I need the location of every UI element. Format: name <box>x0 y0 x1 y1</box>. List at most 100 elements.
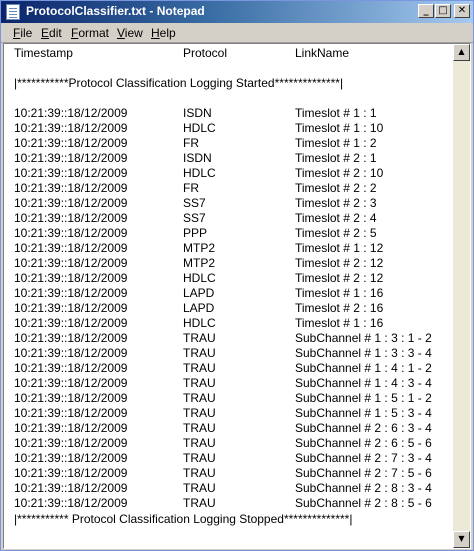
log-protocol: TRAU <box>183 451 216 465</box>
log-timestamp: 10:21:39::18/12/2009 <box>14 241 128 255</box>
log-timestamp: 10:21:39::18/12/2009 <box>14 151 128 165</box>
log-timestamp: 10:21:39::18/12/2009 <box>14 421 128 435</box>
log-protocol: ISDN <box>183 106 212 120</box>
log-linkname: Timeslot # 1 : 1 <box>295 106 377 120</box>
log-linkname: SubChannel # 2 : 6 : 5 - 6 <box>295 436 432 450</box>
minimize-button[interactable]: _ <box>418 4 434 18</box>
log-protocol: TRAU <box>183 481 216 495</box>
log-protocol: TRAU <box>183 331 216 345</box>
text-editor[interactable]: Timestamp Protocol LinkName |***********… <box>3 43 471 549</box>
log-protocol: PPP <box>183 226 208 240</box>
menu-view-accel: V <box>117 26 125 40</box>
log-timestamp: 10:21:39::18/12/2009 <box>14 166 128 180</box>
scroll-down-button[interactable]: ▼ <box>453 531 470 548</box>
log-linkname: Timeslot # 1 : 12 <box>295 241 384 255</box>
log-protocol: TRAU <box>183 406 216 420</box>
log-timestamp: 10:21:39::18/12/2009 <box>14 121 128 135</box>
log-protocol: LAPD <box>183 301 215 315</box>
close-button[interactable]: ✕ <box>454 4 470 18</box>
log-timestamp: 10:21:39::18/12/2009 <box>14 451 128 465</box>
log-start-banner: |***********Protocol Classification Logg… <box>14 76 344 90</box>
log-linkname: Timeslot # 2 : 2 <box>295 181 377 195</box>
log-timestamp: 10:21:39::18/12/2009 <box>14 391 128 405</box>
menu-file[interactable]: File <box>13 26 32 40</box>
log-linkname: Timeslot # 1 : 10 <box>295 121 384 135</box>
log-linkname: SubChannel # 1 : 4 : 3 - 4 <box>295 376 432 390</box>
menu-help-label: elp <box>159 26 176 40</box>
title-bar[interactable]: ProtocolClassifier.txt - Notepad _ □ ✕ <box>1 1 473 23</box>
log-protocol: SS7 <box>183 196 206 210</box>
header-protocol: Protocol <box>183 46 228 60</box>
log-linkname: SubChannel # 1 : 5 : 1 - 2 <box>295 391 432 405</box>
log-timestamp: 10:21:39::18/12/2009 <box>14 466 128 480</box>
log-timestamp: 10:21:39::18/12/2009 <box>14 406 128 420</box>
log-linkname: Timeslot # 1 : 2 <box>295 136 377 150</box>
log-protocol: FR <box>183 136 199 150</box>
scroll-up-button[interactable]: ▲ <box>453 44 470 61</box>
vertical-scrollbar[interactable]: ▲ ▼ <box>453 44 470 548</box>
document-text[interactable]: Timestamp Protocol LinkName |***********… <box>4 44 450 548</box>
menu-help-accel: H <box>151 26 160 40</box>
log-protocol: TRAU <box>183 346 216 360</box>
log-timestamp: 10:21:39::18/12/2009 <box>14 346 128 360</box>
log-timestamp: 10:21:39::18/12/2009 <box>14 436 128 450</box>
menu-edit-label: dit <box>49 26 62 40</box>
log-linkname: SubChannel # 2 : 6 : 3 - 4 <box>295 421 432 435</box>
log-protocol: MTP2 <box>183 241 216 255</box>
log-linkname: Timeslot # 2 : 16 <box>295 301 384 315</box>
menu-format[interactable]: Format <box>71 26 109 40</box>
log-timestamp: 10:21:39::18/12/2009 <box>14 106 128 120</box>
log-timestamp: 10:21:39::18/12/2009 <box>14 331 128 345</box>
log-linkname: SubChannel # 2 : 8 : 3 - 4 <box>295 481 432 495</box>
log-protocol: HDLC <box>183 316 216 330</box>
log-linkname: SubChannel # 2 : 7 : 3 - 4 <box>295 451 432 465</box>
log-stop-banner: |*********** Protocol Classification Log… <box>14 512 353 526</box>
log-linkname: SubChannel # 1 : 3 : 3 - 4 <box>295 346 432 360</box>
log-protocol: TRAU <box>183 466 216 480</box>
log-linkname: SubChannel # 1 : 4 : 1 - 2 <box>295 361 432 375</box>
log-linkname: Timeslot # 2 : 10 <box>295 166 384 180</box>
log-protocol: HDLC <box>183 271 216 285</box>
log-timestamp: 10:21:39::18/12/2009 <box>14 316 128 330</box>
log-timestamp: 10:21:39::18/12/2009 <box>14 301 128 315</box>
log-linkname: Timeslot # 2 : 1 <box>295 151 377 165</box>
log-protocol: SS7 <box>183 211 206 225</box>
log-protocol: TRAU <box>183 391 216 405</box>
log-protocol: TRAU <box>183 436 216 450</box>
log-protocol: ISDN <box>183 151 212 165</box>
log-timestamp: 10:21:39::18/12/2009 <box>14 136 128 150</box>
log-timestamp: 10:21:39::18/12/2009 <box>14 496 128 510</box>
menu-bar: File Edit Format View Help <box>1 23 473 43</box>
notepad-window: ProtocolClassifier.txt - Notepad _ □ ✕ F… <box>0 0 474 551</box>
log-timestamp: 10:21:39::18/12/2009 <box>14 181 128 195</box>
log-linkname: Timeslot # 2 : 4 <box>295 211 377 225</box>
menu-edit-accel: E <box>41 26 50 40</box>
log-protocol: TRAU <box>183 421 216 435</box>
log-timestamp: 10:21:39::18/12/2009 <box>14 256 128 270</box>
menu-edit[interactable]: Edit <box>41 26 62 40</box>
log-linkname: Timeslot # 1 : 16 <box>295 316 384 330</box>
log-timestamp: 10:21:39::18/12/2009 <box>14 226 128 240</box>
window-title: ProtocolClassifier.txt - Notepad <box>26 4 205 18</box>
log-timestamp: 10:21:39::18/12/2009 <box>14 196 128 210</box>
menu-help[interactable]: Help <box>151 26 176 40</box>
log-timestamp: 10:21:39::18/12/2009 <box>14 376 128 390</box>
log-protocol: HDLC <box>183 166 216 180</box>
log-timestamp: 10:21:39::18/12/2009 <box>14 271 128 285</box>
log-protocol: LAPD <box>183 286 215 300</box>
log-timestamp: 10:21:39::18/12/2009 <box>14 286 128 300</box>
log-linkname: SubChannel # 1 : 3 : 1 - 2 <box>295 331 432 345</box>
menu-view[interactable]: View <box>117 26 143 40</box>
header-timestamp: Timestamp <box>14 46 73 60</box>
log-protocol: MTP2 <box>183 256 216 270</box>
menu-format-label: ormat <box>78 26 110 40</box>
menu-file-label: ile <box>20 26 33 40</box>
maximize-button[interactable]: □ <box>435 4 451 18</box>
log-protocol: TRAU <box>183 361 216 375</box>
log-linkname: SubChannel # 2 : 7 : 5 - 6 <box>295 466 432 480</box>
notepad-icon[interactable] <box>6 4 20 20</box>
log-linkname: Timeslot # 2 : 5 <box>295 226 377 240</box>
menu-view-label: iew <box>124 26 143 40</box>
log-linkname: Timeslot # 2 : 3 <box>295 196 377 210</box>
log-protocol: TRAU <box>183 376 216 390</box>
